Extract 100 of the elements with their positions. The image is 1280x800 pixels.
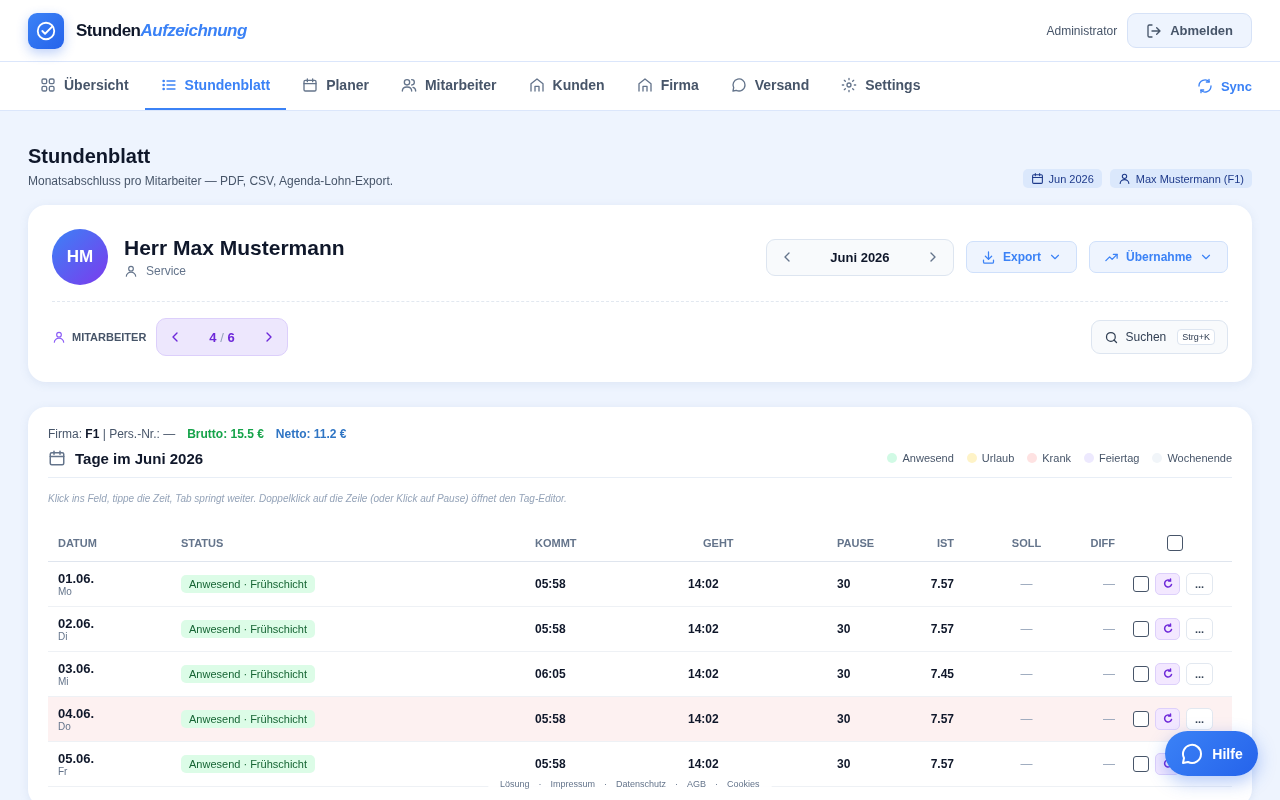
- hint-text: Klick ins Feld, tippe die Zeit, Tab springt weiter. Doppelklick auf die Zeile (oder Klick auf Pause) öffnet den Tag-Editor.: [48, 493, 568, 504]
- department: Service: [146, 264, 186, 278]
- app-name: StundenAufzeichnung: [76, 20, 247, 41]
- grid-icon: [40, 77, 56, 93]
- row-checkbox[interactable]: [1133, 666, 1149, 682]
- refresh-icon: [1161, 623, 1174, 635]
- footer-link[interactable]: Impressum: [550, 779, 596, 789]
- month-picker[interactable]: Juni 2026: [765, 238, 954, 276]
- summary-line: Firma: F1 | Pers.-Nr.: — Brutto: 15.5 € Netto: 11.2 €: [48, 427, 348, 441]
- row-checkbox[interactable]: [1133, 756, 1149, 772]
- row-checkbox[interactable]: [1133, 711, 1149, 727]
- time-cell[interactable]: 14:02: [665, 577, 827, 591]
- column-header: PAUSE: [836, 536, 876, 549]
- more-button[interactable]: ...: [1186, 708, 1213, 730]
- time-cell[interactable]: 05:58: [525, 622, 665, 636]
- legend-label: Urlaub: [981, 452, 1015, 464]
- person-icon: [124, 264, 138, 278]
- legend-label: Krank: [1042, 452, 1071, 464]
- column-header: SOLL: [1010, 536, 1043, 549]
- context-chip: Max Mustermann (F1): [1109, 169, 1252, 188]
- list-icon: [160, 77, 177, 93]
- checkmark-icon: [35, 19, 57, 42]
- nav-tab[interactable]: Übersicht: [24, 62, 145, 110]
- nav-tab[interactable]: Mitarbeiter: [384, 62, 513, 110]
- reset-button[interactable]: [1155, 708, 1180, 730]
- search-icon: [1103, 329, 1119, 345]
- select-all-checkbox[interactable]: [1167, 534, 1183, 551]
- refresh-icon: [1161, 668, 1174, 680]
- employee-pager[interactable]: 4 / 6: [156, 318, 288, 356]
- time-cell[interactable]: 05:58: [525, 757, 665, 771]
- search-button[interactable]: Suchen Strg+K: [1090, 320, 1228, 354]
- footer-link[interactable]: Cookies: [727, 779, 760, 789]
- column-header: STATUS: [180, 536, 225, 549]
- table-cell-text: —: [1102, 622, 1116, 636]
- date: 03.06.: [58, 661, 96, 676]
- weekday: Fr: [58, 766, 69, 777]
- time-cell[interactable]: 14:02: [665, 757, 827, 771]
- employee-nav-label: MITARBEITER: [72, 331, 147, 343]
- nav-tab[interactable]: Firma: [620, 62, 715, 110]
- nav-tab[interactable]: Stundenblatt: [144, 62, 287, 110]
- sync-link[interactable]: Sync: [1196, 62, 1252, 110]
- row-checkbox[interactable]: [1133, 576, 1149, 592]
- nav-tab[interactable]: Settings: [825, 62, 937, 110]
- more-button[interactable]: ...: [1186, 663, 1213, 685]
- weekday: Mi: [58, 676, 70, 687]
- table-cell-text: 30: [836, 712, 852, 726]
- sync-icon: [1196, 78, 1213, 94]
- table-cell-text: —: [1102, 712, 1116, 726]
- reset-button[interactable]: [1155, 573, 1180, 595]
- separator-dot: ·: [715, 779, 719, 789]
- status-tag: Anwesend · Frühschicht: [181, 575, 315, 593]
- nav-tab[interactable]: Versand: [714, 62, 826, 110]
- table-cell-text: 7.57: [929, 577, 955, 591]
- footer-link[interactable]: Datenschutz: [616, 779, 667, 789]
- table-cell-text: —: [1102, 577, 1116, 591]
- time-cell[interactable]: 05:58: [525, 712, 665, 726]
- table-cell-text: —: [1102, 757, 1116, 771]
- time-cell[interactable]: 14:02: [665, 712, 827, 726]
- logout-button[interactable]: Abmelden: [1127, 13, 1252, 48]
- speech-bubble-icon: [1180, 741, 1205, 766]
- separator-dot: ·: [538, 779, 542, 789]
- refresh-icon: [1161, 578, 1174, 590]
- house-icon: [528, 77, 545, 93]
- date: 05.06.: [58, 751, 96, 766]
- weekday: Do: [58, 721, 72, 732]
- table-cell-text: 7.57: [929, 712, 955, 726]
- help-button[interactable]: Hilfe: [1165, 731, 1258, 776]
- date: 01.06.: [58, 571, 96, 586]
- nav-tab[interactable]: Planer: [286, 62, 385, 110]
- separator-dot: ·: [675, 779, 679, 789]
- logout-icon: [1146, 22, 1163, 39]
- time-cell[interactable]: 14:02: [665, 667, 827, 681]
- section-title: Tage im Juni 2026: [75, 449, 204, 467]
- status-tag: Anwesend · Frühschicht: [181, 665, 315, 683]
- reset-button[interactable]: [1155, 618, 1180, 640]
- table-cell-text: —: [1019, 712, 1034, 726]
- footer-link[interactable]: AGB: [687, 779, 707, 789]
- house-icon: [636, 77, 653, 93]
- more-button[interactable]: ...: [1186, 573, 1213, 595]
- employee-name: Herr Max Mustermann: [124, 236, 346, 260]
- time-cell[interactable]: 14:02: [665, 622, 827, 636]
- separator-dot: ·: [604, 779, 608, 789]
- refresh-icon: [1161, 713, 1174, 725]
- context-chip: Jun 2026: [1022, 169, 1102, 188]
- table-cell-text: —: [1019, 757, 1034, 771]
- page-title: Stundenblatt: [28, 145, 152, 168]
- time-cell[interactable]: 05:58: [525, 577, 665, 591]
- table-cell-text: 7.45: [929, 667, 955, 681]
- date: 02.06.: [58, 616, 96, 631]
- time-cell[interactable]: 06:05: [525, 667, 665, 681]
- footer-link[interactable]: Lösung: [500, 779, 530, 789]
- people-icon: [400, 77, 417, 93]
- reset-button[interactable]: [1155, 663, 1180, 685]
- table-cell-text: —: [1019, 667, 1034, 681]
- row-checkbox[interactable]: [1133, 621, 1149, 637]
- more-button[interactable]: ...: [1186, 618, 1213, 640]
- speech-bubble-icon: [730, 77, 747, 93]
- legend-label: Anwesend: [902, 452, 954, 464]
- nav-tab[interactable]: Kunden: [512, 62, 621, 110]
- legend-label: Wochenende: [1167, 452, 1232, 464]
